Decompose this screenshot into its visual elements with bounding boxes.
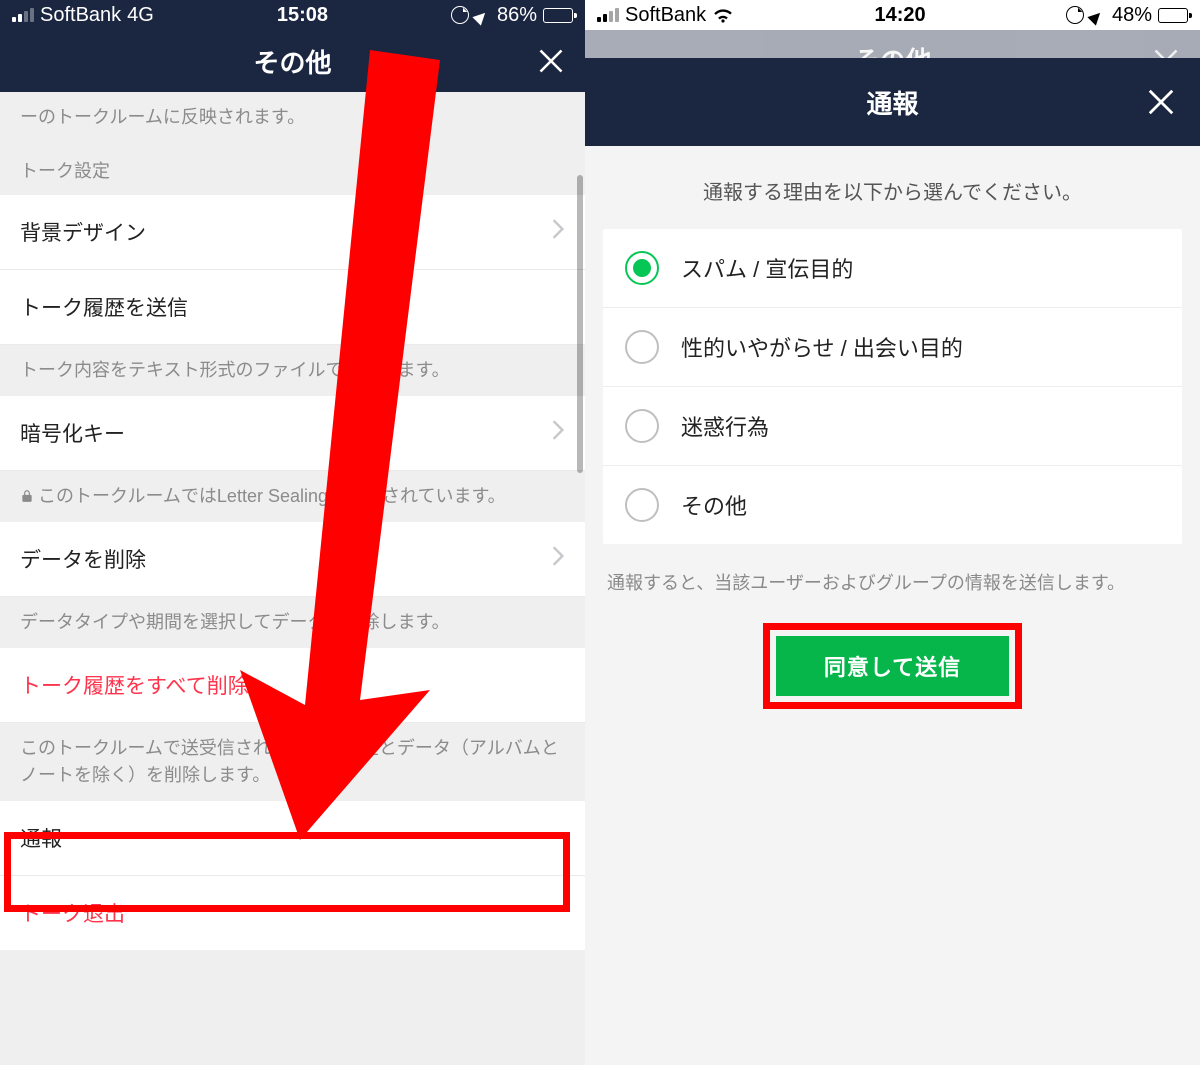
close-button[interactable] xyxy=(537,47,565,75)
row-label: 暗号化キー xyxy=(20,418,125,448)
note-send-history: トーク内容をテキスト形式のファイルで送信します。 xyxy=(0,345,585,396)
carrier-label: SoftBank xyxy=(625,4,706,27)
screenshot-left: SoftBank 4G 15:08 86% その他 ーのトークルームに反映されま… xyxy=(0,0,585,1065)
chevron-right-icon xyxy=(551,419,565,447)
battery-icon xyxy=(543,8,573,23)
close-icon xyxy=(537,47,565,75)
report-prompt: 通報する理由を以下から選んでください。 xyxy=(585,146,1200,229)
option-nuisance[interactable]: 迷惑行為 xyxy=(603,387,1182,466)
row-label: トーク履歴を送信 xyxy=(20,292,188,322)
annotation-highlight-submit: 同意して送信 xyxy=(763,623,1022,709)
agree-and-send-button[interactable]: 同意して送信 xyxy=(776,636,1009,696)
row-encryption-key[interactable]: 暗号化キー xyxy=(0,396,585,471)
sheet-close-button[interactable] xyxy=(1146,87,1176,117)
note-reflect: ーのトークルームに反映されます。 xyxy=(0,92,585,143)
close-icon xyxy=(1146,87,1176,117)
row-report[interactable]: 通報 xyxy=(0,801,585,876)
row-send-talk-history[interactable]: トーク履歴を送信 xyxy=(0,270,585,345)
note-delete-data: データタイプや期間を選択してデータを削除します。 xyxy=(0,597,585,648)
option-other[interactable]: その他 xyxy=(603,466,1182,544)
option-label: スパム / 宣伝目的 xyxy=(681,252,853,284)
row-label: データを削除 xyxy=(20,544,146,574)
sheet-header: 通報 xyxy=(585,58,1200,146)
signal-icon xyxy=(12,8,34,22)
location-icon xyxy=(1087,4,1108,25)
screenshot-right: SoftBank 14:20 48% その他 通報 xyxy=(585,0,1200,1065)
row-background-design[interactable]: 背景デザイン xyxy=(0,195,585,270)
row-label: 背景デザイン xyxy=(20,217,146,247)
radio-icon xyxy=(625,409,659,443)
report-disclaimer: 通報すると、当該ユーザーおよびグループの情報を送信します。 xyxy=(585,544,1200,619)
report-options: スパム / 宣伝目的 性的いやがらせ / 出会い目的 迷惑行為 その他 xyxy=(603,229,1182,544)
battery-percent: 86% xyxy=(497,4,537,27)
battery-percent: 48% xyxy=(1112,4,1152,27)
row-delete-all-history[interactable]: トーク履歴をすべて削除 xyxy=(0,648,585,723)
note-text: このトークルームではLetter Sealingが適用されています。 xyxy=(38,486,506,506)
sync-icon xyxy=(451,6,469,24)
page-title: その他 xyxy=(253,43,331,80)
row-leave-talk[interactable]: トーク退出 xyxy=(0,876,585,950)
option-label: 迷惑行為 xyxy=(681,410,769,442)
clock: 15:08 xyxy=(277,4,328,27)
note-delete-all: このトークルームで送受信されたトーク履歴とデータ（アルバムとノートを除く）を削除… xyxy=(0,723,585,801)
wifi-icon xyxy=(712,7,734,23)
section-header-talk: トーク設定 xyxy=(0,143,585,195)
sheet-title: 通報 xyxy=(866,84,918,121)
battery-charging-icon xyxy=(1158,8,1188,23)
nav-bar: その他 xyxy=(0,30,585,92)
network-label: 4G xyxy=(127,4,154,27)
option-sexual-harassment[interactable]: 性的いやがらせ / 出会い目的 xyxy=(603,308,1182,387)
scrollbar[interactable] xyxy=(577,175,583,473)
chevron-right-icon xyxy=(551,218,565,246)
lock-icon xyxy=(20,489,34,503)
row-delete-data[interactable]: データを削除 xyxy=(0,522,585,597)
status-bar: SoftBank 4G 15:08 86% xyxy=(0,0,585,30)
signal-icon xyxy=(597,8,619,22)
chevron-right-icon xyxy=(551,545,565,573)
option-spam[interactable]: スパム / 宣伝目的 xyxy=(603,229,1182,308)
report-sheet: 通報 通報する理由を以下から選んでください。 スパム / 宣伝目的 性的いやがら… xyxy=(585,58,1200,1065)
note-letter-sealing: このトークルームではLetter Sealingが適用されています。 xyxy=(0,471,585,522)
radio-icon xyxy=(625,488,659,522)
row-label: 通報 xyxy=(20,823,62,853)
clock: 14:20 xyxy=(874,4,925,27)
row-label: トーク履歴をすべて削除 xyxy=(20,670,249,700)
radio-selected-icon xyxy=(625,251,659,285)
option-label: 性的いやがらせ / 出会い目的 xyxy=(681,331,963,363)
status-bar: SoftBank 14:20 48% xyxy=(585,0,1200,30)
location-icon xyxy=(472,4,493,25)
carrier-label: SoftBank xyxy=(40,4,121,27)
radio-icon xyxy=(625,330,659,364)
option-label: その他 xyxy=(681,489,747,521)
sync-icon xyxy=(1066,6,1084,24)
row-label: トーク退出 xyxy=(20,898,125,928)
